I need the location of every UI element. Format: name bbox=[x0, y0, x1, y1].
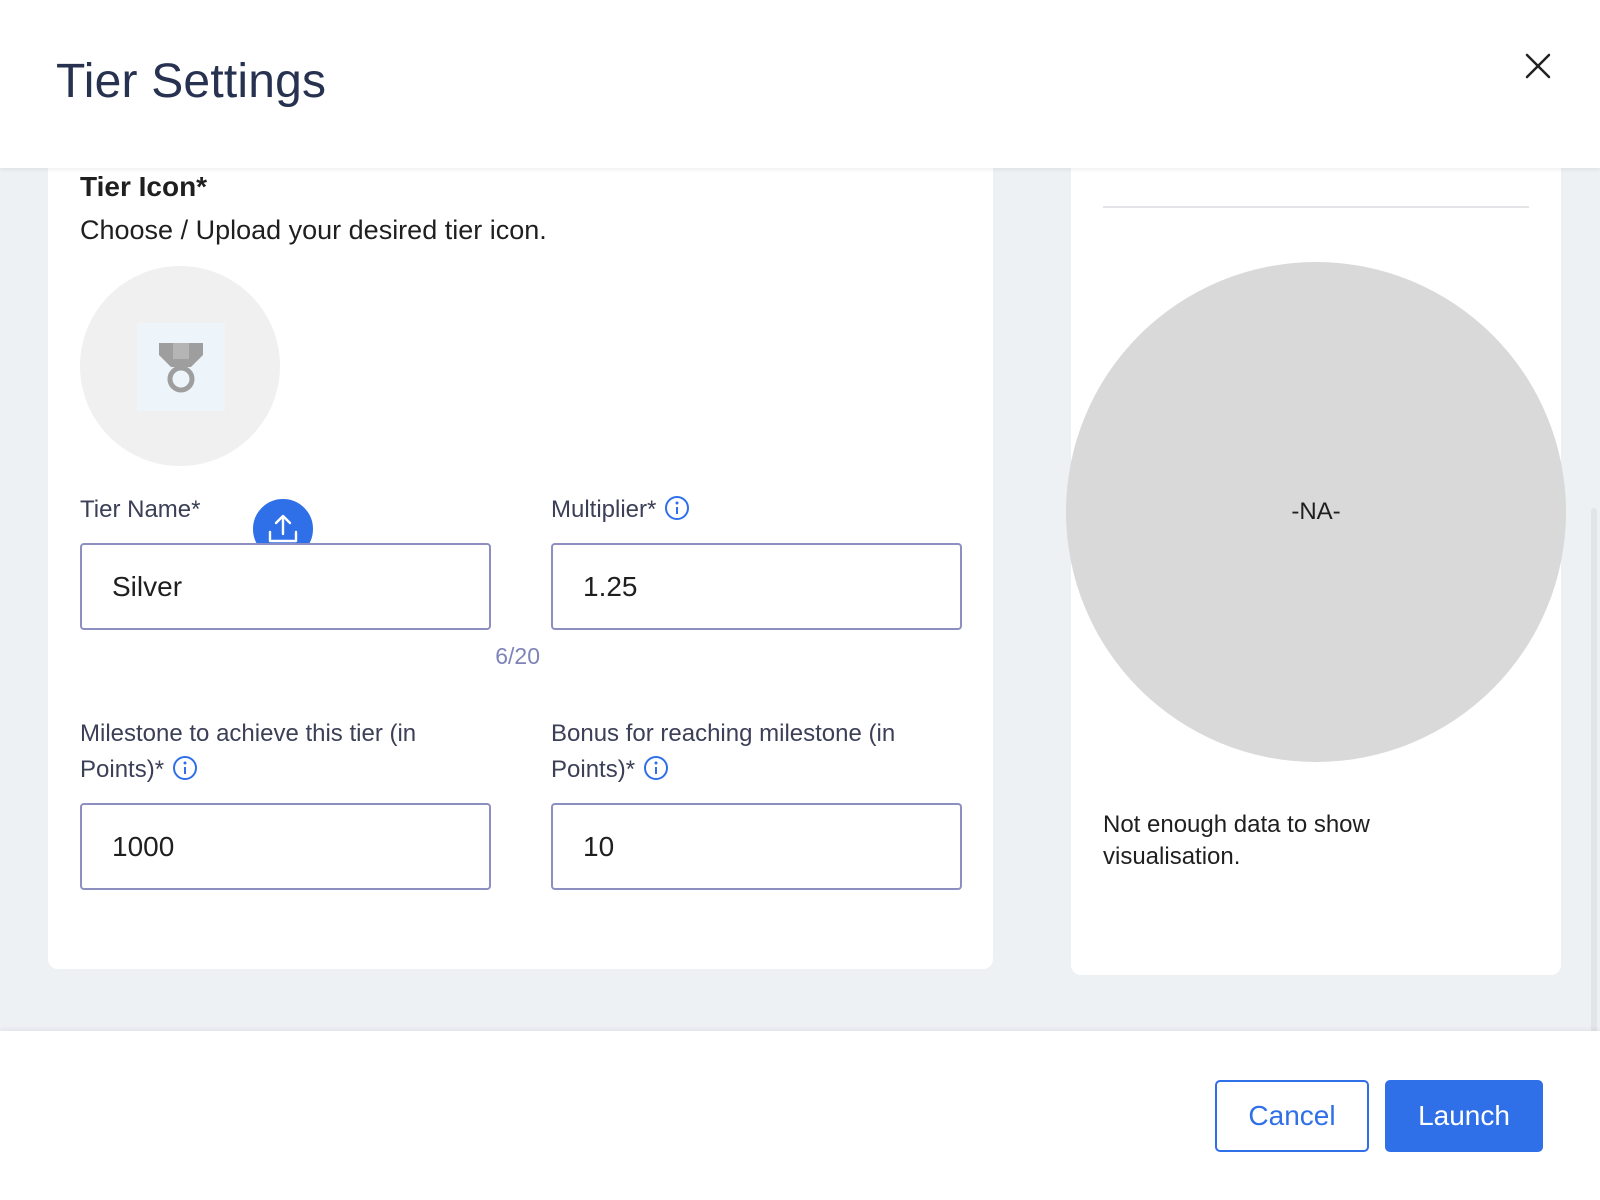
info-icon[interactable] bbox=[643, 755, 669, 781]
divider bbox=[1103, 206, 1529, 208]
modal-header: Tier Settings bbox=[0, 0, 1600, 168]
tier-name-char-counter: 6/20 bbox=[495, 643, 540, 669]
multiplier-label: Multiplier* bbox=[551, 492, 690, 528]
multiplier-label-text: Multiplier* bbox=[551, 496, 657, 523]
info-icon[interactable] bbox=[664, 495, 690, 521]
bonus-label-line2: Points)* bbox=[551, 756, 636, 783]
upload-icon[interactable] bbox=[266, 512, 300, 546]
close-icon[interactable] bbox=[1524, 52, 1552, 80]
na-label: -NA- bbox=[1291, 498, 1341, 525]
tier-name-label: Tier Name* bbox=[80, 492, 200, 528]
milestone-label-line2: Points)* bbox=[80, 756, 165, 783]
milestone-input[interactable] bbox=[80, 803, 491, 890]
tier-icon-description: Choose / Upload your desired tier icon. bbox=[80, 215, 547, 245]
info-icon[interactable] bbox=[172, 755, 198, 781]
tier-name-input[interactable] bbox=[80, 543, 491, 630]
tier-icon-label: Tier Icon* bbox=[80, 171, 208, 202]
no-data-message: Not enough data to show visualisation. bbox=[1103, 811, 1370, 870]
close-button[interactable] bbox=[1518, 46, 1558, 86]
tier-name-label-text: Tier Name* bbox=[80, 496, 201, 523]
modal-body[interactable]: Tier Icon* Choose / Upload your desired … bbox=[0, 168, 1600, 1168]
tier-icon-preview[interactable] bbox=[80, 266, 316, 562]
modal-footer: Cancel Launch bbox=[0, 1031, 1600, 1200]
launch-button[interactable]: Launch bbox=[1385, 1080, 1543, 1152]
visualisation-placeholder-circle: -NA- bbox=[1066, 262, 1566, 762]
cancel-button[interactable]: Cancel bbox=[1215, 1080, 1369, 1152]
medal-icon bbox=[159, 343, 203, 393]
bonus-label-line1: Bonus for reaching milestone (in bbox=[551, 720, 896, 747]
milestone-label-line1: Milestone to achieve this tier (in bbox=[80, 720, 417, 747]
bonus-input[interactable] bbox=[551, 803, 962, 890]
bonus-label: Bonus for reaching milestone (in Points)… bbox=[551, 716, 895, 788]
tier-form-card: Tier Icon* Choose / Upload your desired … bbox=[48, 168, 993, 969]
milestone-label-line2-row: Points)* bbox=[80, 752, 416, 788]
visualisation-card: -NA- Not enough data to show visualisati… bbox=[1066, 168, 1566, 975]
page-title: Tier Settings bbox=[56, 55, 327, 108]
bonus-label-line2-row: Points)* bbox=[551, 752, 895, 788]
tier-icon-tile bbox=[137, 323, 225, 411]
milestone-label: Milestone to achieve this tier (in Point… bbox=[80, 716, 416, 788]
multiplier-input[interactable] bbox=[551, 543, 962, 630]
